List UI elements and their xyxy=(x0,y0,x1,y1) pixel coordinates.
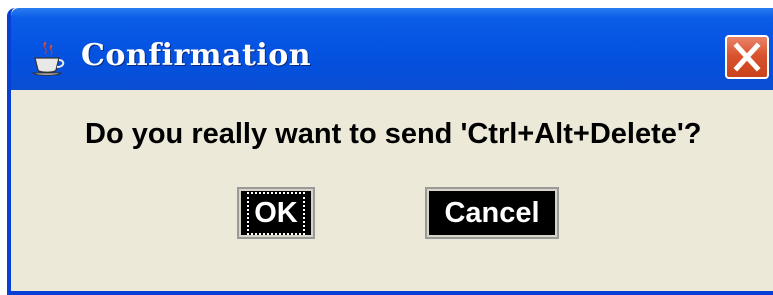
close-button[interactable] xyxy=(725,35,769,79)
cancel-button[interactable]: Cancel xyxy=(425,187,559,239)
cancel-button-label: Cancel xyxy=(444,196,540,229)
dialog-title: Confirmation xyxy=(81,38,312,73)
dialog-body: Do you really want to send 'Ctrl+Alt+Del… xyxy=(11,90,773,291)
java-coffee-cup-icon xyxy=(29,40,67,78)
title-bar[interactable]: Confirmation xyxy=(11,8,773,90)
ok-button-label: OK xyxy=(247,191,305,235)
confirmation-dialog: Confirmation Do you really want to send … xyxy=(7,8,773,295)
close-x-icon xyxy=(733,42,761,72)
confirmation-message: Do you really want to send 'Ctrl+Alt+Del… xyxy=(85,118,702,150)
ok-button[interactable]: OK xyxy=(237,187,315,239)
